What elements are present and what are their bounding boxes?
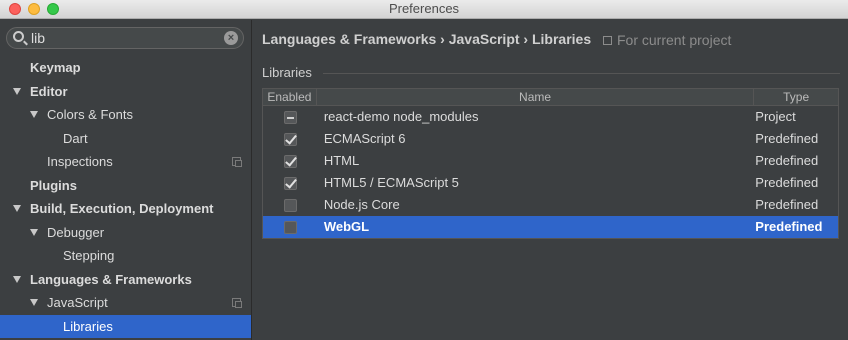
table-header: Enabled Name Type — [263, 89, 838, 106]
library-type: Project — [755, 109, 796, 124]
search-icon — [13, 31, 24, 42]
enabled-checkbox[interactable] — [284, 155, 297, 168]
library-type: Predefined — [755, 219, 823, 234]
sidebar-item-label: Build, Execution, Deployment — [30, 201, 214, 216]
libraries-table: Enabled Name Type react-demo node_module… — [262, 88, 839, 239]
table-row[interactable]: ECMAScript 6 Predefined — [263, 128, 838, 150]
enabled-cell — [263, 194, 317, 216]
sidebar-item-label: Inspections — [47, 154, 113, 169]
sidebar-item-stepping[interactable]: Stepping — [0, 244, 251, 267]
sidebar-item-plugins[interactable]: Plugins — [0, 174, 251, 197]
library-name: WebGL — [323, 219, 370, 234]
library-name: ECMAScript 6 — [323, 131, 406, 146]
sidebar-item-colors-fonts[interactable]: Colors & Fonts — [0, 103, 251, 126]
library-type: Predefined — [755, 131, 819, 146]
project-settings-icon — [232, 298, 242, 308]
enabled-cell — [263, 216, 317, 238]
sidebar-item-javascript[interactable]: JavaScript — [0, 291, 251, 314]
table-row[interactable]: react-demo node_modules Project — [263, 106, 838, 128]
sidebar-item-label: Keymap — [30, 60, 81, 75]
enabled-checkbox[interactable] — [284, 133, 297, 146]
enabled-cell — [263, 106, 317, 128]
library-name: HTML5 / ECMAScript 5 — [323, 175, 459, 190]
enabled-cell — [263, 128, 317, 150]
table-row[interactable]: HTML5 / ECMAScript 5 Predefined — [263, 172, 838, 194]
project-scope-icon — [603, 36, 612, 45]
title-bar: Preferences — [0, 0, 848, 19]
sidebar-item-dart[interactable]: Dart — [0, 127, 251, 150]
library-name: HTML — [323, 153, 360, 168]
sidebar-item-label: Dart — [63, 130, 88, 146]
section-divider — [323, 73, 840, 74]
window-title: Preferences — [388, 1, 460, 16]
sidebar-item-label: Languages & Frameworks — [30, 271, 192, 287]
sidebar-item-label: Editor — [30, 83, 68, 99]
expand-arrow-icon[interactable] — [13, 205, 21, 212]
column-header-type[interactable]: Type — [754, 89, 838, 105]
sidebar-item-languages-frameworks[interactable]: Languages & Frameworks — [0, 268, 251, 291]
expand-arrow-icon[interactable] — [30, 111, 38, 118]
sidebar-item-keymap[interactable]: Keymap — [0, 56, 251, 79]
library-type: Predefined — [755, 153, 819, 168]
table-row[interactable]: Node.js Core Predefined — [263, 194, 838, 216]
sidebar-item-libraries[interactable]: Libraries — [0, 314, 251, 338]
library-name: Node.js Core — [323, 197, 400, 212]
sidebar-item-label: Colors & Fonts — [47, 107, 133, 122]
sidebar-item-label: Libraries — [63, 318, 113, 334]
scope-indicator: For current project — [603, 32, 731, 48]
search-input-value[interactable]: lib — [31, 30, 45, 46]
project-settings-icon — [232, 157, 242, 167]
sidebar-item-label: Debugger — [47, 224, 105, 240]
enabled-checkbox[interactable] — [284, 199, 297, 212]
sidebar-item-label: Stepping — [63, 248, 115, 263]
column-header-name[interactable]: Name — [317, 89, 755, 105]
clear-search-icon[interactable]: × — [224, 31, 238, 45]
settings-search-field[interactable]: lib × — [6, 27, 244, 49]
enabled-checkbox[interactable] — [284, 221, 297, 234]
expand-arrow-icon[interactable] — [30, 228, 38, 236]
sidebar-item-inspections[interactable]: Inspections — [0, 150, 251, 173]
table-row[interactable]: WebGL Predefined — [263, 216, 838, 238]
expand-arrow-icon[interactable] — [13, 275, 21, 283]
sidebar-item-build-execution-deployment[interactable]: Build, Execution, Deployment — [0, 197, 251, 220]
expand-arrow-icon[interactable] — [30, 299, 38, 306]
sidebar-item-label: JavaScript — [47, 295, 108, 310]
column-header-enabled[interactable]: Enabled — [263, 89, 317, 105]
library-type: Predefined — [755, 197, 819, 212]
table-row[interactable]: HTML Predefined — [263, 150, 838, 172]
sidebar-item-debugger[interactable]: Debugger — [0, 221, 251, 244]
settings-sidebar: lib × Keymap Editor Colors & Fonts Dart Insp… — [0, 20, 252, 340]
library-name: react-demo node_modules — [323, 109, 479, 124]
enabled-checkbox[interactable] — [284, 177, 297, 190]
library-type: Predefined — [755, 175, 819, 190]
enabled-cell — [263, 150, 317, 172]
sidebar-item-editor[interactable]: Editor — [0, 80, 251, 103]
table-body: react-demo node_modules Project ECMAScript… — [263, 106, 838, 238]
breadcrumb: Languages & Frameworks › JavaScript › Li… — [262, 31, 592, 47]
scope-label: For current project — [617, 32, 732, 48]
section-title: Libraries — [262, 65, 312, 80]
sidebar-item-label: Plugins — [30, 177, 77, 193]
enabled-checkbox[interactable] — [284, 111, 297, 124]
enabled-cell — [263, 172, 317, 194]
libraries-panel: Languages & Frameworks › JavaScript › Li… — [253, 20, 848, 340]
expand-arrow-icon[interactable] — [13, 87, 21, 95]
